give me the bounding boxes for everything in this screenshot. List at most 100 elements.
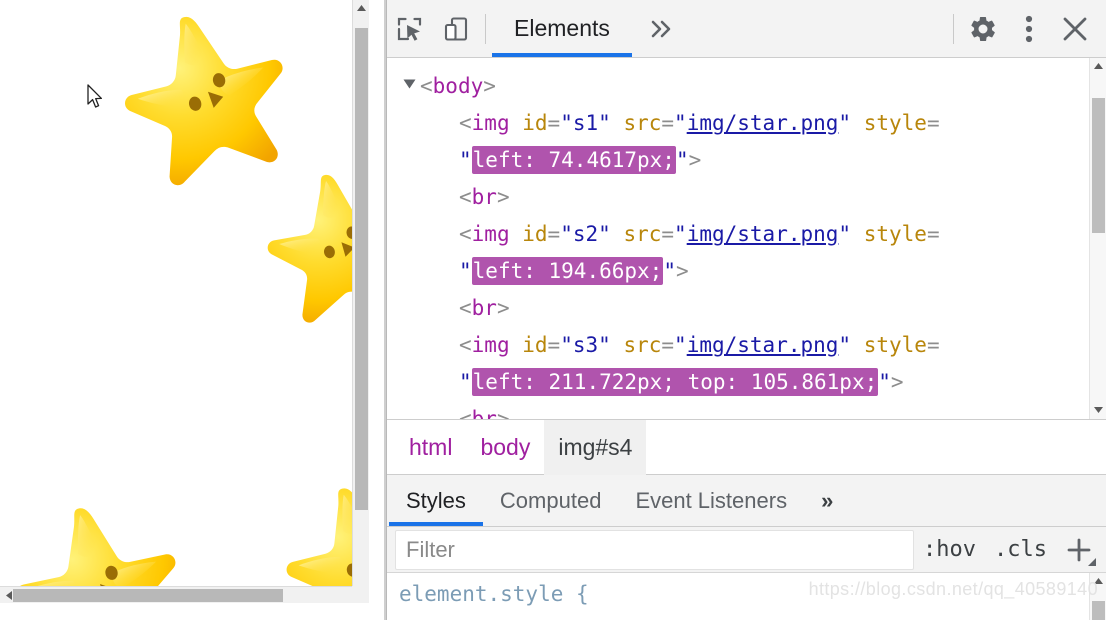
page-canvas xyxy=(0,0,369,603)
styles-scroll-thumb[interactable] xyxy=(1092,601,1105,620)
expand-triangle-icon[interactable] xyxy=(403,79,416,89)
dom-token-punct: < xyxy=(420,74,433,98)
dom-token-attr: style xyxy=(863,111,927,135)
tab-styles[interactable]: Styles xyxy=(389,475,483,526)
gear-icon[interactable] xyxy=(960,6,1006,52)
dom-scroll-thumb[interactable] xyxy=(1092,98,1105,233)
breadcrumb-item-img-s4[interactable]: img#s4 xyxy=(544,419,647,475)
dom-token-val: " xyxy=(675,148,689,172)
page-horizontal-scroll-thumb[interactable] xyxy=(13,589,283,602)
toolbar-divider-right xyxy=(953,13,954,44)
page-vertical-scroll-thumb[interactable] xyxy=(355,28,368,510)
styles-scrollbar[interactable] xyxy=(1089,573,1106,620)
dom-token-punct: = xyxy=(547,222,561,246)
devtools-toolbar: Elements xyxy=(387,0,1106,58)
dom-token-punct: < xyxy=(459,407,472,420)
dom-token-punct: < xyxy=(459,185,472,209)
scroll-up-arrow-icon[interactable] xyxy=(353,0,369,17)
dom-line[interactable]: <br> xyxy=(387,401,940,420)
dom-token-attr: style xyxy=(863,333,927,357)
dom-token-punct: > xyxy=(496,296,510,320)
dom-token-punct: > xyxy=(496,407,510,420)
breadcrumb-item-html[interactable]: html xyxy=(395,420,466,475)
dom-token-plain xyxy=(510,333,523,357)
dom-line[interactable]: <img id="s1" src="img/star.png" style= xyxy=(387,105,940,142)
dom-token-link[interactable]: img/star.png xyxy=(687,111,839,135)
breadcrumb-item-body[interactable]: body xyxy=(466,420,544,475)
dom-token-hl: left: 194.66px; xyxy=(471,257,664,285)
dom-token-val: " xyxy=(878,370,891,394)
dom-token-plain xyxy=(611,333,624,357)
dom-tree-scrollbar[interactable] xyxy=(1089,58,1106,419)
device-toolbar-icon[interactable] xyxy=(433,6,479,52)
tab-computed[interactable]: Computed xyxy=(483,475,619,526)
styles-rules-pane[interactable]: element.style { xyxy=(387,573,1106,620)
dom-token-punct: = xyxy=(547,333,561,357)
dom-token-punct: = xyxy=(926,333,940,357)
dom-token-link[interactable]: img/star.png xyxy=(687,222,839,246)
dom-token-val: " xyxy=(663,259,676,283)
dom-token-val: " xyxy=(459,148,472,172)
dom-token-punct: = xyxy=(661,111,675,135)
dom-token-val: " xyxy=(459,370,472,394)
hov-button[interactable]: :hov xyxy=(914,537,985,562)
close-icon[interactable] xyxy=(1052,6,1098,52)
dom-line[interactable]: <body> xyxy=(387,68,940,105)
dom-token-attr: style xyxy=(863,222,927,246)
dom-token-val: "s1" xyxy=(560,111,611,135)
more-tabs-button[interactable] xyxy=(632,6,690,52)
dom-token-val: "s2" xyxy=(560,222,611,246)
dom-token-attr: id xyxy=(522,333,548,357)
new-style-rule-dropdown-icon[interactable] xyxy=(1088,557,1096,566)
styles-more-tabs-button[interactable]: » xyxy=(804,475,850,526)
star-image[interactable] xyxy=(100,0,306,196)
cls-button[interactable]: .cls xyxy=(985,537,1056,562)
dom-token-link[interactable]: img/star.png xyxy=(687,333,839,357)
dom-token-val: " xyxy=(838,111,852,135)
dom-token-tag: img xyxy=(471,333,510,357)
dom-line[interactable]: "left: 194.66px;"> xyxy=(387,253,940,290)
dom-scroll-up-arrow-icon[interactable] xyxy=(1090,58,1106,75)
dom-token-plain xyxy=(851,333,864,357)
dom-line[interactable]: <img id="s2" src="img/star.png" style= xyxy=(387,216,940,253)
dom-line[interactable]: <br> xyxy=(387,290,940,327)
dom-token-plain xyxy=(851,222,864,246)
dom-token-plain xyxy=(510,222,523,246)
dom-line[interactable]: <img id="s3" src="img/star.png" style= xyxy=(387,327,940,364)
dom-line[interactable]: "left: 74.4617px;"> xyxy=(387,142,940,179)
dom-token-punct: > xyxy=(688,148,702,172)
styles-filter-input[interactable] xyxy=(395,529,915,570)
dom-token-attr: src xyxy=(623,111,662,135)
dom-tree-pane[interactable]: <body> <img id="s1" src="img/star.png" st… xyxy=(387,58,1106,420)
dom-token-punct: < xyxy=(459,333,472,357)
inspect-element-icon[interactable] xyxy=(387,6,433,52)
kebab-menu-icon[interactable] xyxy=(1006,6,1052,52)
dom-token-val: " xyxy=(674,111,687,135)
dom-line[interactable]: "left: 211.722px; top: 105.861px;"> xyxy=(387,364,940,401)
new-style-rule-button[interactable] xyxy=(1060,531,1098,569)
dom-token-plain xyxy=(851,111,864,135)
dom-token-val: " xyxy=(838,333,852,357)
page-horizontal-scrollbar[interactable] xyxy=(0,586,369,603)
page-vertical-scrollbar[interactable] xyxy=(352,0,369,603)
dom-token-val: " xyxy=(674,333,687,357)
dom-token-hl: left: 74.4617px; xyxy=(471,146,676,174)
styles-tab-bar[interactable]: Styles Computed Event Listeners» xyxy=(387,475,1106,527)
dom-token-plain xyxy=(611,222,624,246)
dom-token-punct: > xyxy=(675,259,689,283)
tab-elements[interactable]: Elements xyxy=(492,0,632,57)
dom-line[interactable]: <br> xyxy=(387,179,940,216)
tab-event-listeners[interactable]: Event Listeners xyxy=(618,475,804,526)
dom-scroll-down-arrow-icon[interactable] xyxy=(1090,402,1106,419)
dom-token-val: "s3" xyxy=(560,333,611,357)
dom-token-punct: = xyxy=(547,111,561,135)
element-style-rule[interactable]: element.style { xyxy=(387,573,1106,611)
dom-token-punct: = xyxy=(661,333,675,357)
styles-scroll-up-arrow-icon[interactable] xyxy=(1090,573,1106,590)
breadcrumb[interactable]: html body img#s4 xyxy=(387,419,1106,475)
dom-token-val: " xyxy=(674,222,687,246)
dom-token-attr: id xyxy=(522,111,548,135)
devtools-screenshot: Elements <body> <img id="s1" src="img/st… xyxy=(0,0,1106,620)
dom-tree-code[interactable]: <body> <img id="s1" src="img/star.png" st… xyxy=(387,58,940,420)
dom-token-punct: > xyxy=(496,185,510,209)
